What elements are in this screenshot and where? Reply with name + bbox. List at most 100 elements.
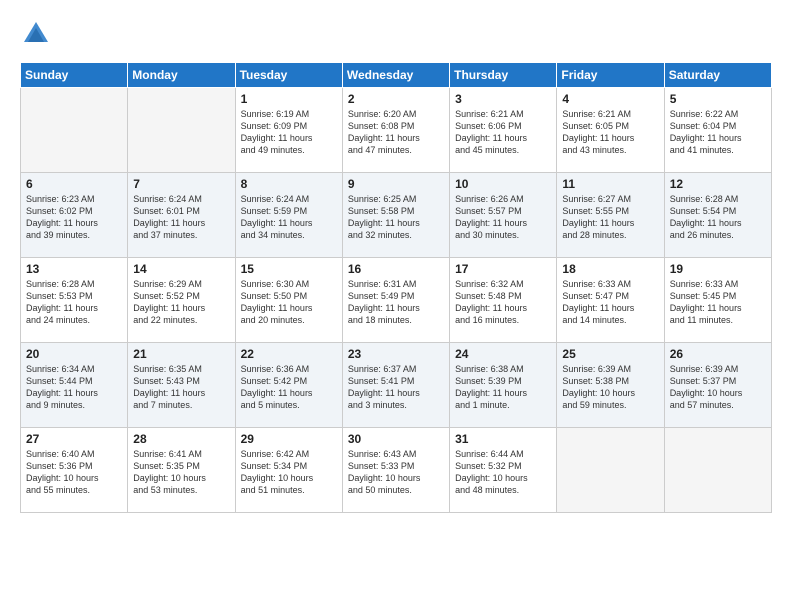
cell-info: Sunrise: 6:32 AM Sunset: 5:48 PM Dayligh… xyxy=(455,278,551,327)
calendar-cell: 18 Sunrise: 6:33 AM Sunset: 5:47 PM Dayli… xyxy=(557,258,664,343)
cell-info: Sunrise: 6:19 AM Sunset: 6:09 PM Dayligh… xyxy=(241,108,337,157)
cell-info: Sunrise: 6:33 AM Sunset: 5:47 PM Dayligh… xyxy=(562,278,658,327)
col-header-wednesday: Wednesday xyxy=(342,63,449,88)
day-number: 11 xyxy=(562,177,658,191)
calendar-cell: 15 Sunrise: 6:30 AM Sunset: 5:50 PM Dayli… xyxy=(235,258,342,343)
day-number: 5 xyxy=(670,92,766,106)
cell-info: Sunrise: 6:23 AM Sunset: 6:02 PM Dayligh… xyxy=(26,193,122,242)
calendar-cell: 26Sunrise: 6:39 AM Sunset: 5:37 PM Dayli… xyxy=(664,343,771,428)
col-header-friday: Friday xyxy=(557,63,664,88)
col-header-monday: Monday xyxy=(128,63,235,88)
day-number: 10 xyxy=(455,177,551,191)
day-number: 30 xyxy=(348,432,444,446)
cell-info: Sunrise: 6:22 AM Sunset: 6:04 PM Dayligh… xyxy=(670,108,766,157)
calendar-cell xyxy=(557,428,664,513)
calendar-row: 6 Sunrise: 6:23 AM Sunset: 6:02 PM Daylig… xyxy=(21,173,772,258)
day-number: 25 xyxy=(562,347,658,361)
day-number: 21 xyxy=(133,347,229,361)
cell-info: Sunrise: 6:24 AM Sunset: 5:59 PM Dayligh… xyxy=(241,193,337,242)
cell-info: Sunrise: 6:42 AM Sunset: 5:34 PM Dayligh… xyxy=(241,448,337,497)
calendar-cell xyxy=(664,428,771,513)
cell-info: Sunrise: 6:36 AM Sunset: 5:42 PM Dayligh… xyxy=(241,363,337,412)
cell-info: Sunrise: 6:40 AM Sunset: 5:36 PM Dayligh… xyxy=(26,448,122,497)
cell-info: Sunrise: 6:39 AM Sunset: 5:38 PM Dayligh… xyxy=(562,363,658,412)
cell-info: Sunrise: 6:37 AM Sunset: 5:41 PM Dayligh… xyxy=(348,363,444,412)
calendar-cell: 19Sunrise: 6:33 AM Sunset: 5:45 PM Dayli… xyxy=(664,258,771,343)
calendar-cell: 3Sunrise: 6:21 AM Sunset: 6:06 PM Daylig… xyxy=(450,88,557,173)
calendar-cell: 28 Sunrise: 6:41 AM Sunset: 5:35 PM Dayli… xyxy=(128,428,235,513)
cell-info: Sunrise: 6:24 AM Sunset: 6:01 PM Dayligh… xyxy=(133,193,229,242)
cell-info: Sunrise: 6:28 AM Sunset: 5:53 PM Dayligh… xyxy=(26,278,122,327)
calendar-table: SundayMondayTuesdayWednesdayThursdayFrid… xyxy=(20,62,772,513)
calendar-cell: 16 Sunrise: 6:31 AM Sunset: 5:49 PM Dayli… xyxy=(342,258,449,343)
cell-info: Sunrise: 6:25 AM Sunset: 5:58 PM Dayligh… xyxy=(348,193,444,242)
calendar-cell: 6 Sunrise: 6:23 AM Sunset: 6:02 PM Daylig… xyxy=(21,173,128,258)
day-number: 7 xyxy=(133,177,229,191)
col-header-thursday: Thursday xyxy=(450,63,557,88)
cell-info: Sunrise: 6:31 AM Sunset: 5:49 PM Dayligh… xyxy=(348,278,444,327)
day-number: 6 xyxy=(26,177,122,191)
day-number: 23 xyxy=(348,347,444,361)
calendar-row: 13 Sunrise: 6:28 AM Sunset: 5:53 PM Dayli… xyxy=(21,258,772,343)
calendar-cell: 11Sunrise: 6:27 AM Sunset: 5:55 PM Dayli… xyxy=(557,173,664,258)
cell-info: Sunrise: 6:41 AM Sunset: 5:35 PM Dayligh… xyxy=(133,448,229,497)
calendar-cell xyxy=(128,88,235,173)
calendar-cell: 14 Sunrise: 6:29 AM Sunset: 5:52 PM Dayli… xyxy=(128,258,235,343)
day-number: 26 xyxy=(670,347,766,361)
calendar-row: 1 Sunrise: 6:19 AM Sunset: 6:09 PM Daylig… xyxy=(21,88,772,173)
day-number: 18 xyxy=(562,262,658,276)
day-number: 12 xyxy=(670,177,766,191)
day-number: 24 xyxy=(455,347,551,361)
day-number: 8 xyxy=(241,177,337,191)
calendar-cell: 12Sunrise: 6:28 AM Sunset: 5:54 PM Dayli… xyxy=(664,173,771,258)
calendar-cell: 2 Sunrise: 6:20 AM Sunset: 6:08 PM Daylig… xyxy=(342,88,449,173)
cell-info: Sunrise: 6:43 AM Sunset: 5:33 PM Dayligh… xyxy=(348,448,444,497)
day-number: 9 xyxy=(348,177,444,191)
calendar-cell: 23 Sunrise: 6:37 AM Sunset: 5:41 PM Dayli… xyxy=(342,343,449,428)
cell-info: Sunrise: 6:38 AM Sunset: 5:39 PM Dayligh… xyxy=(455,363,551,412)
calendar-cell: 17 Sunrise: 6:32 AM Sunset: 5:48 PM Dayli… xyxy=(450,258,557,343)
cell-info: Sunrise: 6:29 AM Sunset: 5:52 PM Dayligh… xyxy=(133,278,229,327)
day-number: 14 xyxy=(133,262,229,276)
day-number: 4 xyxy=(562,92,658,106)
day-number: 3 xyxy=(455,92,551,106)
calendar-cell: 21 Sunrise: 6:35 AM Sunset: 5:43 PM Dayli… xyxy=(128,343,235,428)
calendar-cell: 29 Sunrise: 6:42 AM Sunset: 5:34 PM Dayli… xyxy=(235,428,342,513)
day-number: 1 xyxy=(241,92,337,106)
calendar-cell xyxy=(21,88,128,173)
day-number: 13 xyxy=(26,262,122,276)
cell-info: Sunrise: 6:20 AM Sunset: 6:08 PM Dayligh… xyxy=(348,108,444,157)
day-number: 27 xyxy=(26,432,122,446)
calendar-cell: 5 Sunrise: 6:22 AM Sunset: 6:04 PM Daylig… xyxy=(664,88,771,173)
calendar-cell: 24 Sunrise: 6:38 AM Sunset: 5:39 PM Dayli… xyxy=(450,343,557,428)
calendar-row: 20Sunrise: 6:34 AM Sunset: 5:44 PM Dayli… xyxy=(21,343,772,428)
cell-info: Sunrise: 6:34 AM Sunset: 5:44 PM Dayligh… xyxy=(26,363,122,412)
calendar-cell: 13 Sunrise: 6:28 AM Sunset: 5:53 PM Dayli… xyxy=(21,258,128,343)
day-number: 2 xyxy=(348,92,444,106)
day-number: 16 xyxy=(348,262,444,276)
day-number: 29 xyxy=(241,432,337,446)
calendar-cell: 31Sunrise: 6:44 AM Sunset: 5:32 PM Dayli… xyxy=(450,428,557,513)
calendar-header-row: SundayMondayTuesdayWednesdayThursdayFrid… xyxy=(21,63,772,88)
cell-info: Sunrise: 6:30 AM Sunset: 5:50 PM Dayligh… xyxy=(241,278,337,327)
day-number: 22 xyxy=(241,347,337,361)
calendar-cell: 4Sunrise: 6:21 AM Sunset: 6:05 PM Daylig… xyxy=(557,88,664,173)
calendar-cell: 10Sunrise: 6:26 AM Sunset: 5:57 PM Dayli… xyxy=(450,173,557,258)
calendar-cell: 9 Sunrise: 6:25 AM Sunset: 5:58 PM Daylig… xyxy=(342,173,449,258)
calendar-cell: 7 Sunrise: 6:24 AM Sunset: 6:01 PM Daylig… xyxy=(128,173,235,258)
calendar-cell: 1 Sunrise: 6:19 AM Sunset: 6:09 PM Daylig… xyxy=(235,88,342,173)
header xyxy=(20,20,772,48)
day-number: 15 xyxy=(241,262,337,276)
calendar-cell: 22 Sunrise: 6:36 AM Sunset: 5:42 PM Dayli… xyxy=(235,343,342,428)
day-number: 31 xyxy=(455,432,551,446)
col-header-sunday: Sunday xyxy=(21,63,128,88)
calendar-cell: 30 Sunrise: 6:43 AM Sunset: 5:33 PM Dayli… xyxy=(342,428,449,513)
day-number: 28 xyxy=(133,432,229,446)
day-number: 17 xyxy=(455,262,551,276)
cell-info: Sunrise: 6:35 AM Sunset: 5:43 PM Dayligh… xyxy=(133,363,229,412)
calendar-cell: 20Sunrise: 6:34 AM Sunset: 5:44 PM Dayli… xyxy=(21,343,128,428)
cell-info: Sunrise: 6:33 AM Sunset: 5:45 PM Dayligh… xyxy=(670,278,766,327)
calendar-cell: 8 Sunrise: 6:24 AM Sunset: 5:59 PM Daylig… xyxy=(235,173,342,258)
calendar-row: 27 Sunrise: 6:40 AM Sunset: 5:36 PM Dayli… xyxy=(21,428,772,513)
calendar-cell: 25 Sunrise: 6:39 AM Sunset: 5:38 PM Dayli… xyxy=(557,343,664,428)
